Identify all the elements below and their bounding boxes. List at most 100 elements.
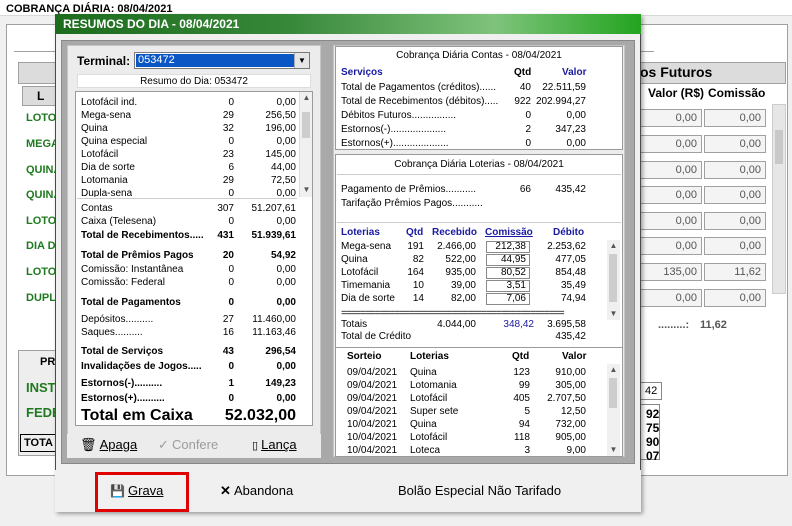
sorteio-val: 905,00 <box>555 432 586 443</box>
estornos-menos-val: 149,23 <box>265 378 296 389</box>
close-icon: ✕ <box>220 483 231 498</box>
contas-row-val: 0,00 <box>566 110 586 121</box>
contas-row-qty: 2 <box>525 124 531 135</box>
sorteio-name: Loteca <box>410 445 441 456</box>
contas-row-qty: 922 <box>514 96 531 107</box>
scroll-thumb[interactable] <box>302 112 310 138</box>
lot-row-comissao-field[interactable]: 7,06 <box>486 293 530 305</box>
game-qty: 0 <box>228 188 234 197</box>
bg-comissao-cell[interactable]: 0,00 <box>704 186 766 204</box>
sorteio-scrollbar[interactable]: ▲ ▼ <box>607 364 620 456</box>
scroll-down-icon[interactable]: ▼ <box>607 308 620 320</box>
sorteio-qty: 405 <box>513 393 530 404</box>
comissao-inst-val: 0,00 <box>276 264 296 275</box>
bg-comissao-cell[interactable]: 0,00 <box>704 237 766 255</box>
sorteio-name: Quina <box>410 367 437 378</box>
sorteio-val: 12,50 <box>560 406 586 417</box>
bg-sum-value: 11,62 <box>700 319 727 331</box>
scroll-up-icon[interactable]: ▲ <box>607 364 620 376</box>
comissao-inst-label: Comissão: Instantânea <box>81 264 184 275</box>
lot-totais-rec: 4.044,00 <box>437 319 476 330</box>
bg-valor-cell[interactable]: 135,00 <box>640 263 702 281</box>
lot-row-comissao-field[interactable]: 44,95 <box>486 254 530 266</box>
bg-right-field[interactable]: 42 <box>640 382 662 400</box>
game-val: 44,00 <box>270 162 296 173</box>
lot-row-deb: 35,49 <box>560 280 586 291</box>
game-val: 0,00 <box>276 97 296 108</box>
total-serv-qty: 43 <box>222 346 234 357</box>
lot-row-rec: 522,00 <box>445 254 476 265</box>
game-val: 0,00 <box>276 188 296 197</box>
lot-header-recebido: Recebido <box>432 227 478 238</box>
bg-comissao-cell[interactable]: 0,00 <box>704 289 766 307</box>
chevron-down-icon[interactable]: ▼ <box>294 53 309 68</box>
game-val: 145,00 <box>265 149 296 160</box>
grava-button[interactable]: 💾 Grava <box>110 483 180 501</box>
scroll-thumb[interactable] <box>609 254 617 302</box>
lanca-button[interactable]: ▯ Lança <box>252 435 310 455</box>
scroll-thumb[interactable] <box>609 378 617 408</box>
game-qty: 32 <box>222 123 234 134</box>
scroll-up-icon[interactable]: ▲ <box>607 240 620 252</box>
col-header-comissao: Comissão <box>708 86 766 100</box>
game-val: 72,50 <box>270 175 296 186</box>
game-qty: 6 <box>228 162 234 173</box>
lot-row-rec: 39,00 <box>450 280 476 291</box>
bg-valor-cell[interactable]: 0,00 <box>640 186 702 204</box>
lot-row-comissao-field[interactable]: 80,52 <box>486 267 530 279</box>
contas-row-name: Total de Pagamentos (créditos)...... <box>341 82 497 93</box>
loterias-divider <box>337 222 621 223</box>
invalidacoes-val: 0,00 <box>276 361 296 372</box>
sorteio-header-qtd: Qtd <box>512 351 530 362</box>
bg-comissao-cell[interactable]: 0,00 <box>704 161 766 179</box>
sorteio-date: 10/04/2021 <box>347 445 398 456</box>
confere-button[interactable]: ✓ Confere <box>158 435 230 455</box>
contas-row-name: Estornos(-).................... <box>341 124 447 135</box>
sorteio-name: Super sete <box>410 406 459 417</box>
game-name: Quina especial <box>81 136 148 147</box>
total-serv-label: Total de Serviços <box>81 346 164 357</box>
contas-row-name: Estornos(+).................... <box>341 138 449 148</box>
bg-valor-cell[interactable]: 0,00 <box>640 289 702 307</box>
sorteio-qty: 123 <box>513 367 530 378</box>
game-name: Lotomania <box>81 175 128 186</box>
lot-row-comissao-field[interactable]: 3,51 <box>486 280 530 292</box>
scroll-down-icon[interactable]: ▼ <box>607 444 620 456</box>
contas-row-qty: 0 <box>525 110 531 121</box>
lot-totais-label: Totais <box>341 319 368 330</box>
bg-valor-cell[interactable]: 0,00 <box>640 212 702 230</box>
lot-row-name: Mega-sena <box>341 241 392 252</box>
game-qty: 0 <box>228 97 234 108</box>
apaga-button[interactable]: 🗑 Apaga <box>80 435 142 455</box>
bg-valor-cell[interactable]: 0,00 <box>640 161 702 179</box>
bg-comissao-cell[interactable]: 0,00 <box>704 212 766 230</box>
invalidacoes-qty: 0 <box>228 361 234 372</box>
lot-row-qty: 14 <box>412 293 424 304</box>
contas-row-qty: 0 <box>525 138 531 148</box>
bg-valor-cell[interactable]: 0,00 <box>640 135 702 153</box>
resumo-scrollbar[interactable]: ▲ ▼ <box>299 92 312 197</box>
bg-comissao-cell[interactable]: 0,00 <box>704 109 766 127</box>
bg-scroll-thumb[interactable] <box>775 130 783 164</box>
lanca-label: Lança <box>261 437 297 452</box>
bg-valor-cell[interactable]: 0,00 <box>640 237 702 255</box>
bg-comissao-cell[interactable]: 11,62 <box>704 263 766 281</box>
abandona-button[interactable]: ✕ Abandona <box>220 483 310 501</box>
bg-valor-cell[interactable]: 0,00 <box>640 109 702 127</box>
game-name: Dupla-sena <box>81 188 133 197</box>
estornos-mais-qty: 0 <box>228 393 234 404</box>
estornos-menos-label: Estornos(-).......... <box>81 378 163 389</box>
comissao-fed-val: 0,00 <box>276 277 296 288</box>
terminal-value[interactable]: 053472 <box>136 54 294 67</box>
contas-row-val: 22.511,59 <box>542 82 586 93</box>
lot-row-deb: 74,94 <box>560 293 586 304</box>
loterias-scrollbar[interactable]: ▲ ▼ <box>607 240 620 320</box>
scroll-down-icon[interactable]: ▼ <box>300 184 313 196</box>
scroll-up-icon[interactable]: ▲ <box>300 92 313 104</box>
lot-row-name: Dia de sorte <box>341 293 395 304</box>
bg-comissao-cell[interactable]: 0,00 <box>704 135 766 153</box>
lot-row-comissao-field[interactable]: 212,38 <box>486 241 530 253</box>
game-val: 196,00 <box>265 123 296 134</box>
bg-right-number: 75 <box>646 421 660 435</box>
lot-header-debito: Débito <box>553 227 585 238</box>
